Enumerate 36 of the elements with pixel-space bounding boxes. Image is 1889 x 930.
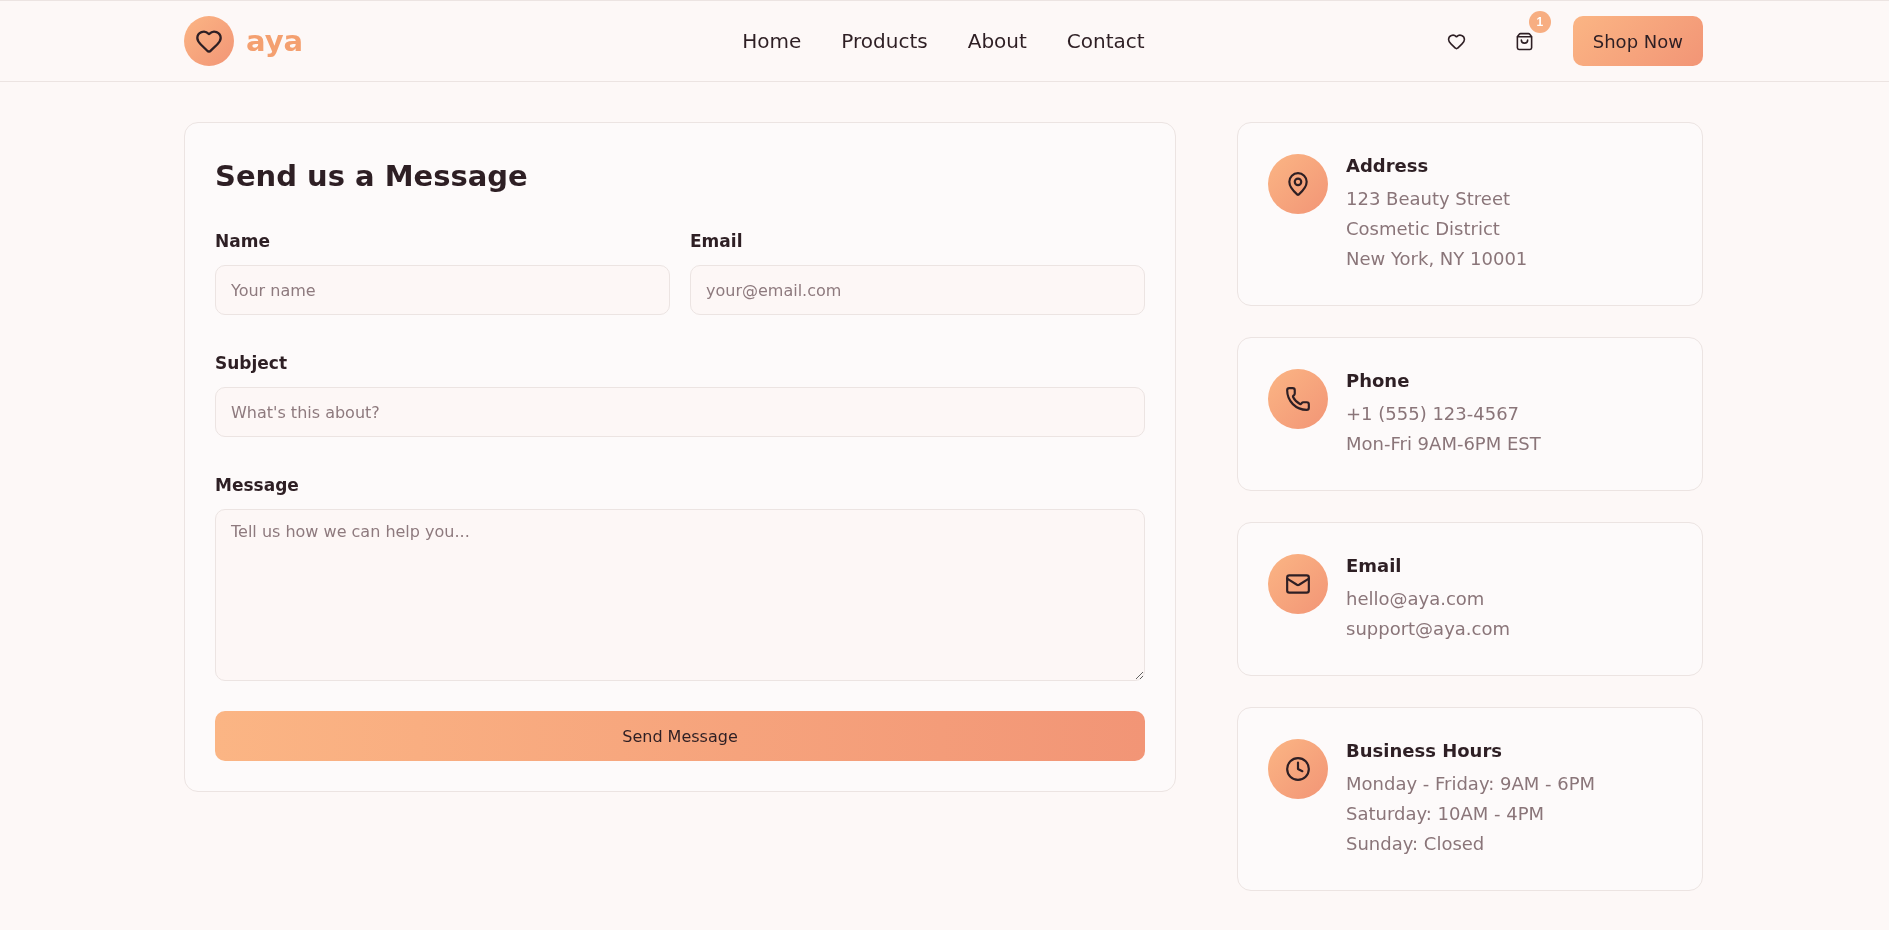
field-label: Email bbox=[690, 231, 744, 251]
wishlist-heart-icon[interactable] bbox=[1447, 31, 1467, 51]
card-title: Phone bbox=[1346, 370, 1411, 391]
card-text: +1 (555) 123-4567 bbox=[1346, 402, 1521, 426]
card-text: Monday - Friday: 9AM - 6PM bbox=[1346, 772, 1596, 796]
input-field[interactable]: Your name bbox=[215, 265, 670, 315]
nav-link[interactable]: Contact bbox=[1066, 29, 1145, 53]
card-text: New York, NY 10001 bbox=[1346, 247, 1528, 271]
card-text: Sunday: Closed bbox=[1346, 832, 1486, 856]
card-text: Cosmetic District bbox=[1346, 217, 1501, 241]
card-text: hello@aya.com bbox=[1346, 587, 1486, 611]
mail-icon bbox=[1268, 554, 1328, 614]
card-title: Business Hours bbox=[1346, 740, 1503, 761]
card-text: Mon-Fri 9AM-6PM EST bbox=[1346, 432, 1541, 456]
card-text: 123 Beauty Street bbox=[1346, 187, 1512, 211]
card-text: support@aya.com bbox=[1346, 617, 1510, 641]
phone-icon bbox=[1268, 369, 1328, 429]
input-field[interactable]: What's this about? bbox=[215, 387, 1145, 437]
card-text: Saturday: 10AM - 4PM bbox=[1346, 802, 1546, 826]
shop-now-button[interactable]: Shop Now bbox=[1572, 16, 1703, 66]
cart-bag-icon[interactable] bbox=[1515, 31, 1535, 51]
field-label: Name bbox=[215, 231, 271, 251]
nav-link[interactable]: Products bbox=[841, 29, 928, 53]
card-title: Address bbox=[1346, 155, 1430, 176]
form-title: Send us a Message bbox=[215, 159, 529, 193]
message-textarea[interactable]: Tell us how we can help you... bbox=[215, 509, 1145, 681]
field-label: Subject bbox=[215, 353, 289, 373]
clock-icon bbox=[1268, 739, 1328, 799]
nav-link[interactable]: Home bbox=[742, 29, 802, 53]
input-field[interactable]: your@email.com bbox=[690, 265, 1145, 315]
send-message-button[interactable]: Send Message bbox=[215, 711, 1145, 761]
field-label: Message bbox=[215, 475, 300, 495]
location-pin-icon bbox=[1268, 154, 1328, 214]
cart-count-badge: 1 bbox=[1528, 11, 1551, 33]
card-title: Email bbox=[1346, 555, 1403, 576]
nav-link[interactable]: About bbox=[967, 29, 1027, 53]
